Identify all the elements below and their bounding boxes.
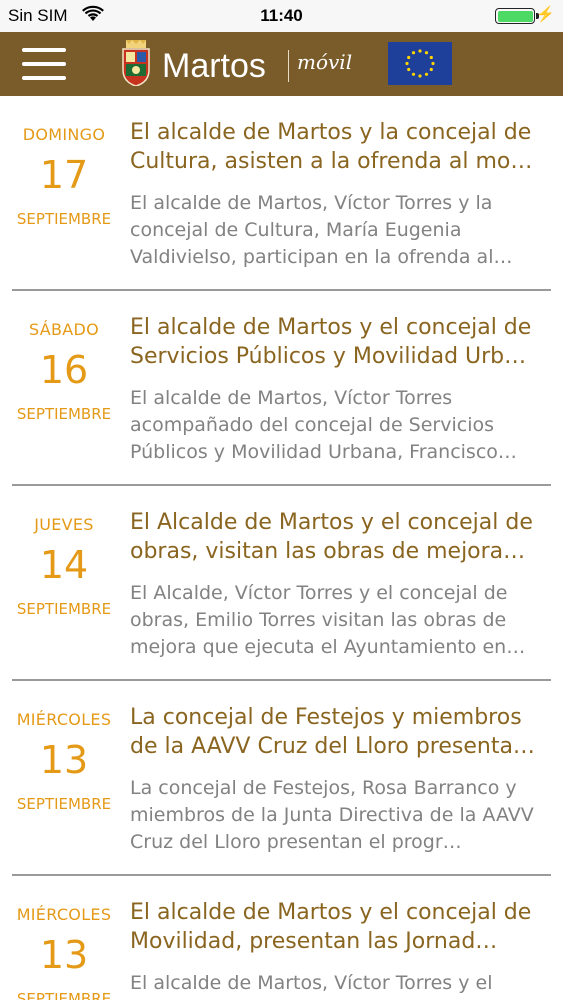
menu-icon-bar [22,62,66,66]
news-month: SEPTIEMBRE [16,990,112,1000]
battery-icon [495,8,535,24]
news-day: 13 [39,738,89,782]
logo-divider [288,50,289,82]
news-date: JUEVES 14 SEPTIEMBRE [0,514,128,620]
news-date: SÁBADO 16 SEPTIEMBRE [0,319,128,425]
menu-icon-bar [22,76,66,80]
news-summary: El alcalde de Martos, Víctor Torres y la… [130,192,513,268]
coat-of-arms-icon [122,40,150,86]
news-title: El Alcalde de Martos y el concejal de ob… [130,510,533,564]
app-suffix: móvil [297,50,353,74]
news-item[interactable]: DOMINGO 17 SEPTIEMBRE El alcalde de Mart… [0,96,563,291]
news-item[interactable]: MIÉRCOLES 13 SEPTIEMBRE La concejal de F… [0,681,563,876]
news-month: SEPTIEMBRE [16,795,112,813]
news-month: SEPTIEMBRE [16,405,112,423]
app-logo[interactable]: Martos móvil [120,38,370,90]
news-day: 14 [39,543,89,587]
menu-button[interactable] [22,46,68,82]
clock: 11:40 [260,6,303,25]
news-day: 16 [39,348,89,392]
app-name: Martos [162,47,266,85]
news-summary: La concejal de Festejos, Rosa Barranco y… [130,777,534,853]
news-summary: El alcalde de Martos, Víctor Torres y el [130,972,493,994]
eu-flag-icon[interactable] [388,42,452,85]
app-header: Martos móvil [0,32,563,96]
news-weekday: SÁBADO [28,320,100,339]
news-day: 13 [39,933,89,977]
news-weekday: MIÉRCOLES [16,710,112,729]
news-date: MIÉRCOLES 13 SEPTIEMBRE [0,904,128,1000]
news-weekday: MIÉRCOLES [16,905,112,924]
news-date: DOMINGO 17 SEPTIEMBRE [0,124,128,230]
news-title: El alcalde de Martos y el concejal de Se… [130,315,532,369]
news-weekday: DOMINGO [22,125,106,144]
charging-icon: ⚡ [536,6,555,23]
news-summary: El Alcalde, Víctor Torres y el concejal … [130,582,526,658]
news-month: SEPTIEMBRE [16,210,112,228]
menu-icon-bar [22,48,66,52]
news-item[interactable]: JUEVES 14 SEPTIEMBRE El Alcalde de Marto… [0,486,563,681]
status-bar: Sin SIM 11:40 ⚡ [0,0,563,32]
news-date: MIÉRCOLES 13 SEPTIEMBRE [0,709,128,815]
news-month: SEPTIEMBRE [16,600,112,618]
news-summary: El alcalde de Martos, Víctor Torres acom… [130,387,517,463]
news-title: La concejal de Festejos y miembros de la… [130,705,535,759]
news-title: El alcalde de Martos y la concejal de Cu… [130,120,533,174]
news-weekday: JUEVES [34,515,94,534]
news-title: El alcalde de Martos y el concejal de Mo… [130,900,532,954]
news-item[interactable]: MIÉRCOLES 13 SEPTIEMBRE El alcalde de Ma… [0,876,563,1000]
news-day: 17 [39,153,89,197]
news-item[interactable]: SÁBADO 16 SEPTIEMBRE El alcalde de Marto… [0,291,563,486]
